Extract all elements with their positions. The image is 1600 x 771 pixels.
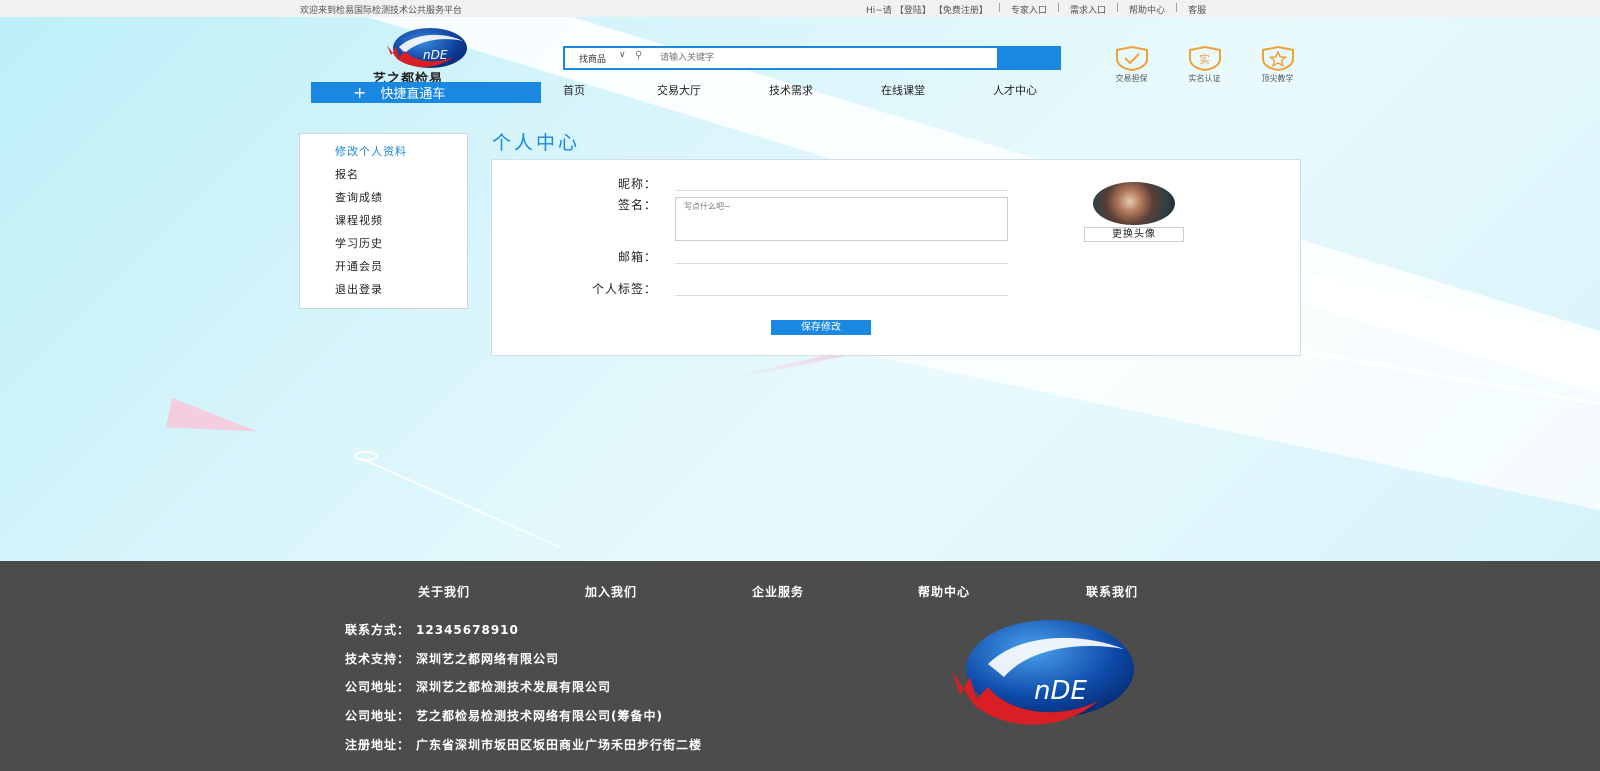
badge-label: 交易担保 bbox=[1115, 74, 1148, 83]
badge-label: 顶尖教学 bbox=[1261, 74, 1294, 83]
service-badges: 交易担保 实 实名认证 顶尖教学 bbox=[1095, 46, 1314, 84]
page-title: 个人中心 bbox=[492, 132, 581, 154]
info-label: 公司地址： bbox=[345, 680, 411, 695]
quick-access-label: 快捷直通车 bbox=[380, 87, 446, 102]
bg-line bbox=[359, 457, 561, 549]
plus-icon: + bbox=[353, 82, 367, 102]
separator: | bbox=[997, 3, 1001, 13]
separator: | bbox=[1115, 3, 1120, 13]
nav-talent-center[interactable]: 人才中心 bbox=[993, 82, 1073, 98]
footer-logo-icon: nDE bbox=[952, 620, 1134, 725]
nav-online-class[interactable]: 在线课堂 bbox=[881, 82, 993, 98]
badge-trade-guarantee[interactable]: 交易担保 bbox=[1095, 46, 1168, 84]
footer-info-row: 公司地址： 艺之都检易检测技术网络有限公司(筹备中) bbox=[345, 708, 702, 737]
info-value: 深圳艺之都网络有限公司 bbox=[416, 651, 560, 666]
footer-link-join[interactable]: 加入我们 bbox=[585, 583, 752, 600]
info-value: 艺之都检易检测技术网络有限公司(筹备中) bbox=[416, 709, 663, 724]
footer-info: 联系方式： 12345678910 技术支持： 深圳艺之都网络有限公司 公司地址： 深… bbox=[345, 622, 702, 765]
greeting-text: Hi~请 bbox=[866, 6, 892, 16]
info-label: 联系方式： bbox=[345, 623, 411, 637]
footer-link-help[interactable]: 帮助中心 bbox=[918, 583, 1086, 600]
customer-service-link[interactable]: 客服 bbox=[1188, 3, 1206, 16]
check-shield-icon bbox=[1115, 46, 1148, 71]
save-button[interactable]: 保存修改 bbox=[771, 320, 871, 335]
info-label: 技术支持： bbox=[345, 651, 411, 666]
info-value: 广东省深圳市坂田区坂田商业广场禾田步行街二楼 bbox=[416, 737, 703, 752]
email-label: 邮箱： bbox=[617, 250, 657, 264]
search-button[interactable] bbox=[997, 48, 1059, 68]
footer: 关于我们 加入我们 企业服务 帮助中心 联系我们 联系方式： 1234567891… bbox=[0, 561, 1600, 771]
footer-link-business[interactable]: 企业服务 bbox=[752, 583, 918, 600]
help-center-link[interactable]: 帮助中心 bbox=[1129, 3, 1165, 16]
info-value: 深圳艺之都检测技术发展有限公司 bbox=[416, 680, 612, 695]
demand-entry-link[interactable]: 需求入口 bbox=[1070, 3, 1106, 16]
verified-shield-icon: 实 bbox=[1188, 46, 1221, 71]
footer-info-row: 联系方式： 12345678910 bbox=[345, 622, 702, 651]
badge-top-teaching[interactable]: 顶尖教学 bbox=[1241, 46, 1314, 84]
signature-textarea[interactable] bbox=[675, 197, 1008, 241]
search-input[interactable] bbox=[660, 50, 980, 66]
footer-nav: 关于我们 加入我们 企业服务 帮助中心 联系我们 bbox=[418, 583, 1176, 600]
info-label: 公司地址： bbox=[345, 709, 411, 724]
nav-home[interactable]: 首页 bbox=[563, 82, 657, 98]
badge-real-name[interactable]: 实 实名认证 bbox=[1168, 46, 1241, 84]
register-link[interactable]: 【免费注册】 bbox=[934, 3, 988, 16]
search-bar: 找商品 ∨ ⚲ bbox=[563, 46, 1061, 70]
avatar bbox=[1093, 182, 1175, 225]
separator: | bbox=[1175, 3, 1179, 13]
logo-mark: nDE bbox=[1034, 676, 1087, 706]
separator: | bbox=[1056, 3, 1060, 13]
nickname-label: 昵称： bbox=[617, 177, 657, 191]
chevron-down-icon[interactable]: ∨ bbox=[619, 50, 626, 60]
tags-input[interactable] bbox=[675, 278, 1008, 294]
sidebar-menu: 修改个人资料 报名 查询成绩 课程视频 学习历史 开通会员 退出登录 bbox=[299, 133, 468, 309]
sidebar-item-logout[interactable]: 退出登录 bbox=[335, 280, 467, 303]
login-link[interactable]: 【登陆】 bbox=[895, 3, 931, 16]
sidebar-item-edit-profile[interactable]: 修改个人资料 bbox=[335, 142, 467, 165]
star-shield-icon bbox=[1261, 46, 1294, 71]
nav-trading-hall[interactable]: 交易大厅 bbox=[657, 82, 769, 98]
search-icon: ⚲ bbox=[635, 50, 643, 61]
sidebar-item-membership[interactable]: 开通会员 bbox=[335, 257, 467, 280]
info-label: 注册地址： bbox=[345, 737, 411, 752]
footer-info-row: 注册地址： 广东省深圳市坂田区坂田商业广场禾田步行街二楼 bbox=[345, 737, 702, 766]
footer-link-about[interactable]: 关于我们 bbox=[418, 583, 585, 600]
footer-info-row: 技术支持： 深圳艺之都网络有限公司 bbox=[345, 651, 702, 680]
info-value: 12345678910 bbox=[416, 623, 519, 637]
sidebar-item-study-history[interactable]: 学习历史 bbox=[335, 234, 467, 257]
footer-link-contact[interactable]: 联系我们 bbox=[1086, 583, 1176, 600]
tags-underline bbox=[675, 295, 1008, 296]
footer-info-row: 公司地址： 深圳艺之都检测技术发展有限公司 bbox=[345, 679, 702, 708]
email-input[interactable] bbox=[675, 246, 1008, 262]
badge-label: 实名认证 bbox=[1188, 74, 1221, 83]
sidebar-item-enroll[interactable]: 报名 bbox=[335, 165, 467, 188]
badge-glyph: 实 bbox=[1199, 52, 1210, 66]
profile-form-card: 昵称： 签名： 邮箱： 个人标签： 保存修改 更换头像 bbox=[491, 159, 1301, 356]
sidebar-item-course-videos[interactable]: 课程视频 bbox=[335, 211, 467, 234]
nickname-input[interactable] bbox=[675, 173, 1008, 189]
change-avatar-button[interactable]: 更换头像 bbox=[1084, 227, 1184, 242]
search-category[interactable]: 找商品 bbox=[579, 52, 606, 65]
bg-ring bbox=[354, 451, 378, 461]
top-bar: 欢迎来到检易国际检测技术公共服务平台 Hi~请 【登陆】 【免费注册】 | 专家… bbox=[0, 0, 1600, 17]
sidebar-item-query-scores[interactable]: 查询成绩 bbox=[335, 188, 467, 211]
expert-entry-link[interactable]: 专家入口 bbox=[1011, 3, 1047, 16]
main-nav: 首页 交易大厅 技术需求 在线课堂 人才中心 bbox=[563, 82, 1073, 98]
welcome-text: 欢迎来到检易国际检测技术公共服务平台 bbox=[300, 6, 463, 16]
logo-mark: nDE bbox=[423, 48, 448, 62]
nav-tech-demand[interactable]: 技术需求 bbox=[769, 82, 881, 98]
bg-triangle bbox=[165, 397, 261, 447]
top-links: Hi~请 【登陆】 【免费注册】 | 专家入口 | 需求入口 | 帮助中心 | … bbox=[866, 3, 1206, 16]
nickname-underline bbox=[675, 190, 1008, 191]
tags-label: 个人标签： bbox=[591, 282, 657, 296]
quick-access-button[interactable]: + 快捷直通车 bbox=[311, 82, 541, 103]
email-underline bbox=[675, 263, 1008, 264]
signature-label: 签名： bbox=[617, 198, 657, 212]
